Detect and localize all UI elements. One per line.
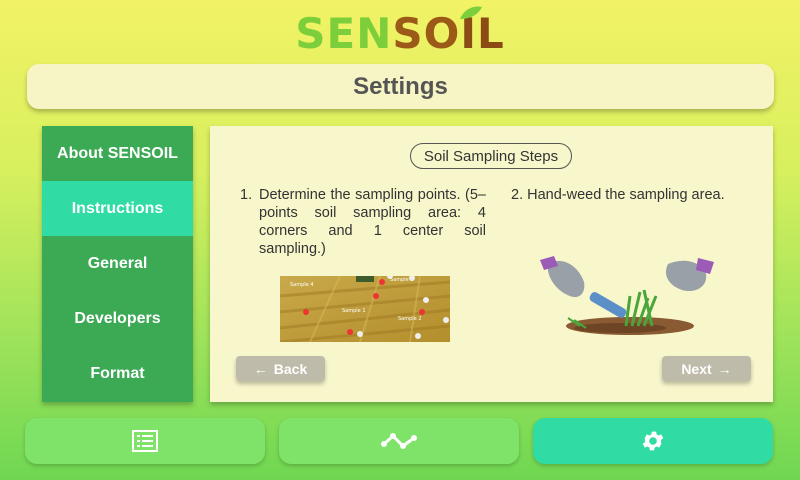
step-1-number: 1. <box>240 187 253 203</box>
logo-text-so-label: SO <box>392 8 461 58</box>
nav-graph-button[interactable] <box>279 418 519 464</box>
back-button-label: Back <box>273 360 308 377</box>
sidebar-item-instructions[interactable]: Instructions <box>42 181 193 237</box>
hand-weeding-image <box>540 256 714 335</box>
arrow-left-icon: ← <box>253 360 268 377</box>
nav-settings-button[interactable] <box>533 418 773 464</box>
sample-1-label: Sample 1 <box>342 308 366 314</box>
sensoil-logo: SEN SO IL <box>0 6 800 58</box>
logo-text-so: SO <box>392 6 483 58</box>
sidebar-item-developers[interactable]: Developers <box>42 291 193 347</box>
graph-icon <box>381 433 417 449</box>
leaf-icon <box>460 6 483 19</box>
arrow-right-icon: → <box>717 360 732 377</box>
step-2-text: 2. Hand-weed the sampling area. <box>511 187 725 203</box>
sidebar-item-format[interactable]: Format <box>42 346 193 402</box>
instructions-panel: Soil Sampling Steps 1. Determine the sam… <box>210 126 773 402</box>
step-1: 1. Determine the sampling points. (5–poi… <box>240 186 486 258</box>
next-button-label: Next <box>681 360 712 377</box>
section-heading: Soil Sampling Steps <box>410 143 572 169</box>
page-title: Settings <box>27 64 774 109</box>
logo-text-sen: SEN <box>295 8 393 58</box>
nav-records-button[interactable] <box>25 418 265 464</box>
gear-icon <box>642 431 664 451</box>
sidebar-item-general[interactable]: General <box>42 236 193 292</box>
sample-4-label: Sample 4 <box>290 282 314 288</box>
back-button[interactable]: ← Back <box>236 356 325 381</box>
sample-2-label: Sample 2 <box>398 316 422 322</box>
sampling-field-image: Sample 4 Sample 3 Sample 1 Sample 2 <box>280 276 450 342</box>
list-icon <box>132 430 158 452</box>
sidebar-item-about[interactable]: About SENSOIL <box>42 126 193 182</box>
settings-sidebar: About SENSOIL Instructions General Devel… <box>42 126 193 402</box>
step-1-text: Determine the sampling points. (5–points… <box>259 187 486 257</box>
next-button[interactable]: Next → <box>662 356 751 381</box>
